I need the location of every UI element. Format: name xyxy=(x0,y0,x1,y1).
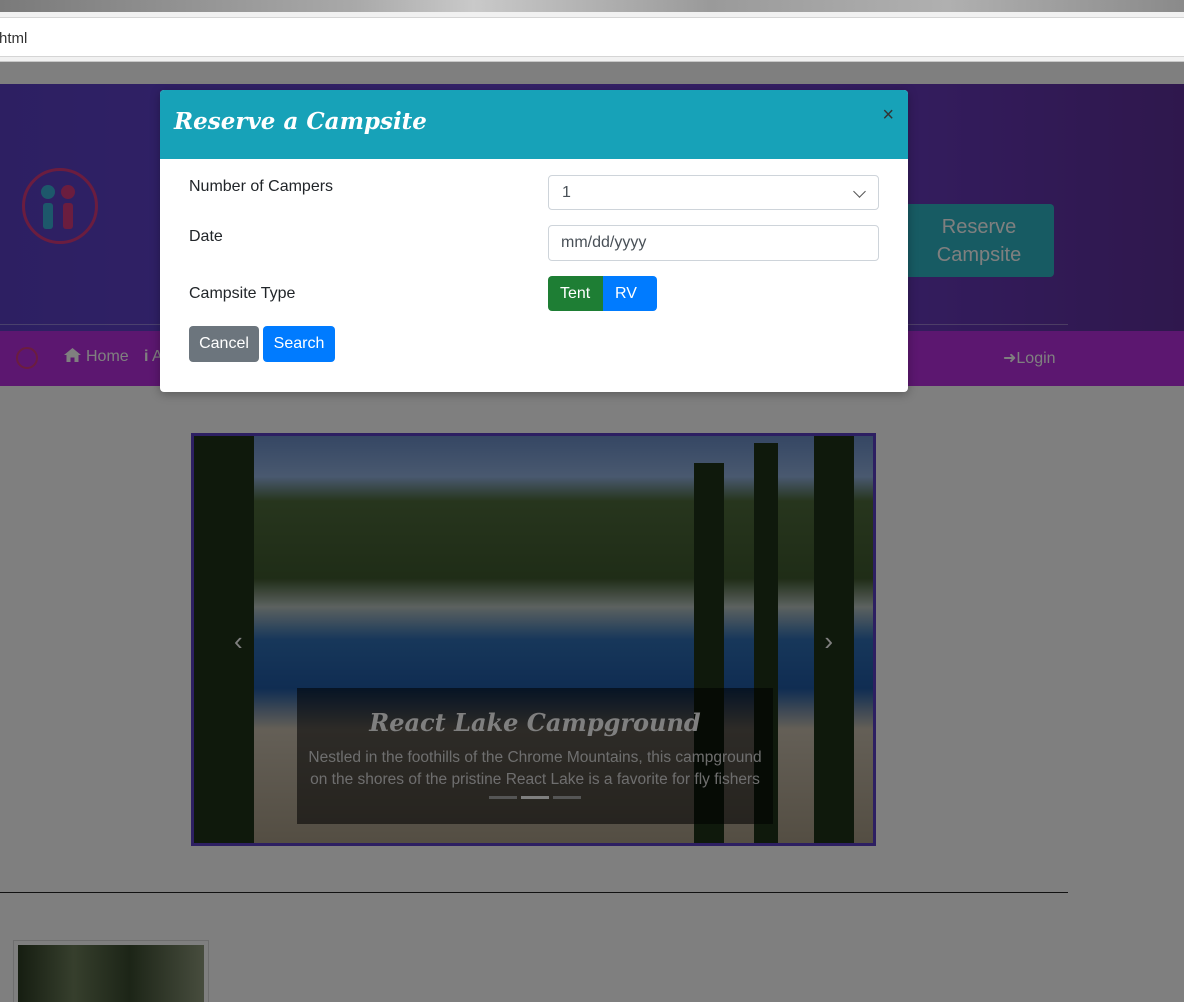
modal-title: Reserve a Campsite xyxy=(174,108,427,135)
campers-label: Number of Campers xyxy=(189,178,334,195)
search-button[interactable]: Search xyxy=(263,326,335,362)
campsite-type-label: Campsite Type xyxy=(189,285,296,302)
chevron-down-icon xyxy=(853,185,866,198)
url-input[interactable]: html xyxy=(0,17,1184,57)
browser-address-bar: html xyxy=(0,12,1184,62)
cancel-button[interactable]: Cancel xyxy=(189,326,259,362)
modal-header: Reserve a Campsite × xyxy=(160,90,908,159)
date-input[interactable] xyxy=(548,225,879,261)
date-label: Date xyxy=(189,228,223,245)
browser-tab-strip xyxy=(0,0,1184,12)
campers-select[interactable]: 1 xyxy=(548,175,879,210)
campsite-type-toggle: Tent RV xyxy=(548,276,657,311)
type-tent-button[interactable]: Tent xyxy=(548,276,603,311)
url-text: html xyxy=(0,30,28,47)
reserve-modal: Reserve a Campsite × Number of Campers 1… xyxy=(160,90,908,392)
type-rv-button[interactable]: RV xyxy=(603,276,657,311)
campers-select-value: 1 xyxy=(562,184,571,201)
close-icon[interactable]: × xyxy=(882,104,894,127)
